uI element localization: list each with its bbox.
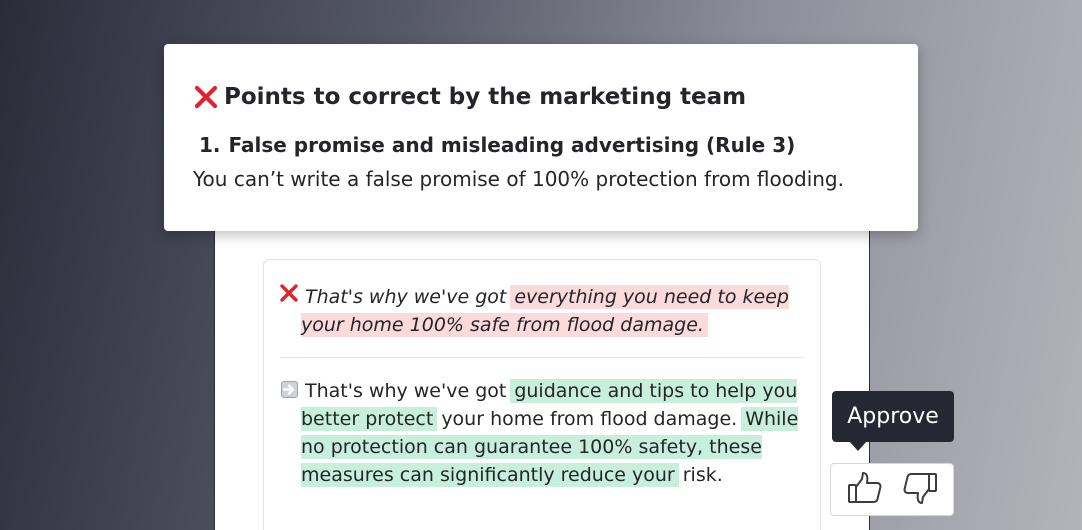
replacement-suffix: risk. xyxy=(682,464,723,486)
arrow-right-icon xyxy=(281,381,298,398)
item-number: 1. xyxy=(199,133,221,157)
tooltip-arrow xyxy=(849,441,867,451)
reject-button[interactable] xyxy=(898,468,942,512)
original-prefix: That's why we've got xyxy=(305,286,507,308)
feedback-buttons xyxy=(830,463,954,516)
cross-icon xyxy=(279,283,299,303)
approve-button[interactable] xyxy=(843,468,887,512)
approve-tooltip: Approve xyxy=(832,391,954,442)
thumbs-up-icon xyxy=(846,469,884,511)
original-sentence: That's why we've got everything you need … xyxy=(301,283,811,339)
thumbs-down-icon xyxy=(901,469,939,511)
replacement-prefix: That's why we've got xyxy=(305,380,507,402)
correction-item-description: You can’t write a false promise of 100% … xyxy=(193,167,844,191)
popup-title-text: Points to correct by the marketing team xyxy=(224,84,747,110)
divider xyxy=(280,357,804,358)
item-title-text: False promise and misleading advertising… xyxy=(228,133,796,157)
cross-icon xyxy=(193,84,219,110)
replacement-middle: your home from flood damage. xyxy=(441,408,738,430)
popup-title: Points to correct by the marketing team xyxy=(193,84,746,110)
correction-item-title: 1. False promise and misleading advertisi… xyxy=(199,133,795,157)
replacement-sentence: That's why we've got guidance and tips to… xyxy=(301,377,811,489)
